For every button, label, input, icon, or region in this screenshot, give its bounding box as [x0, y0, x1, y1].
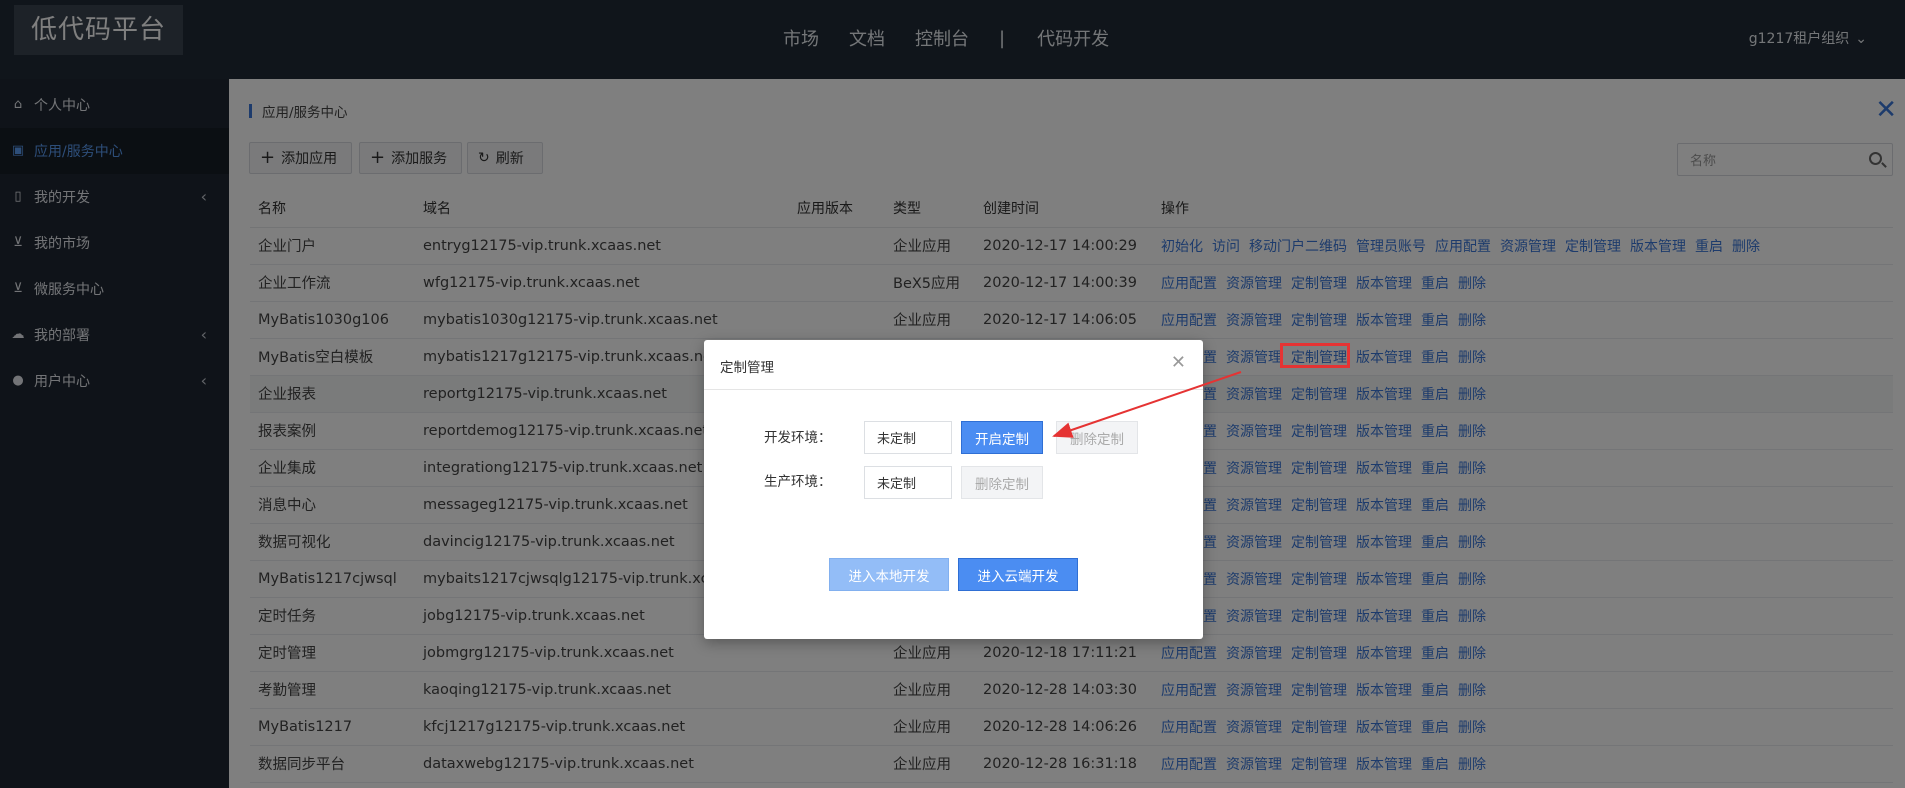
- annotation-highlight-box: [1280, 343, 1350, 368]
- prod-delete-custom-button[interactable]: 删除定制: [961, 466, 1043, 499]
- delete-custom-button[interactable]: 删除定制: [1056, 421, 1138, 454]
- dialog-divider: [704, 389, 1203, 390]
- dev-env-label: 开发环境：: [764, 430, 832, 446]
- dialog-title: 定制管理: [720, 360, 774, 376]
- dev-status-field: 未定制: [864, 421, 952, 454]
- prod-env-label: 生产环境：: [764, 474, 832, 490]
- cloud-dev-button[interactable]: 进入云端开发: [958, 558, 1078, 591]
- local-dev-button[interactable]: 进入本地开发: [829, 558, 949, 591]
- close-icon[interactable]: ✕: [1171, 352, 1186, 373]
- custom-manage-dialog: 定制管理 ✕ 开发环境： 未定制 开启定制 删除定制 生产环境： 未定制 删除定…: [704, 340, 1203, 639]
- enable-custom-button[interactable]: 开启定制: [961, 421, 1043, 454]
- prod-status-field: 未定制: [864, 466, 952, 499]
